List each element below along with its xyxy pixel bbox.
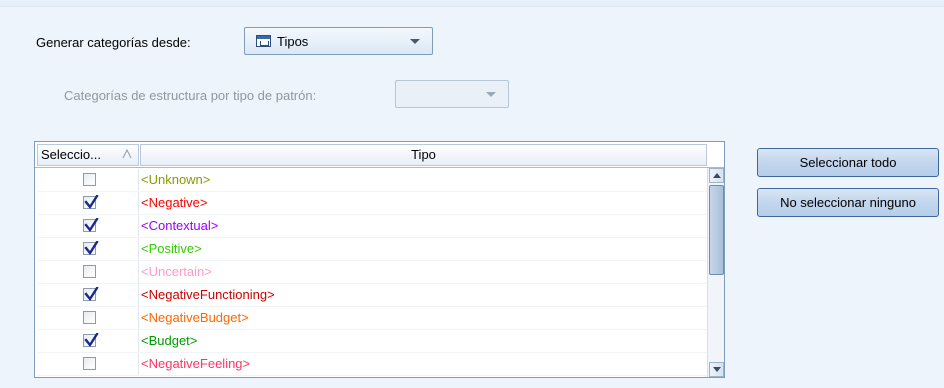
row-checkbox[interactable] [83,311,96,324]
arrow-up-icon [713,173,721,178]
row-select-cell [37,284,139,307]
check-icon [84,218,99,233]
select-none-button[interactable]: No seleccionar ninguno [757,188,939,217]
row-tipo-label: <Budget> [140,330,707,353]
check-icon [84,333,99,348]
scroll-up-button[interactable] [709,168,724,183]
row-select-cell [37,307,139,330]
row-select-cell [37,330,139,353]
check-icon [84,195,99,210]
row-tipo-label: <Unknown> [140,169,707,192]
top-edge-strip [0,0,944,7]
chevron-down-icon [410,39,420,44]
table-row[interactable]: <Budget> [35,330,707,353]
table-header: Seleccio... Tipo [35,142,724,168]
row-tipo-label: <Positive> [140,238,707,261]
row-tipo-label: <Negative> [140,192,707,215]
row-tipo-label: <NegativeFeeling> [140,353,707,376]
row-tipo-label: <NegativeFunctioning> [140,284,707,307]
estructura-dropdown[interactable] [395,80,509,108]
scrollbar-thumb[interactable] [709,185,724,275]
chevron-down-icon [486,92,496,97]
row-checkbox[interactable] [83,218,99,233]
check-icon [84,287,99,302]
table-row[interactable]: <Uncertain> [35,261,707,284]
table-row[interactable]: <Unknown> [35,169,707,192]
column-header-tipo[interactable]: Tipo [140,144,707,166]
row-checkbox[interactable] [83,333,99,348]
row-tipo-label: <Uncertain> [140,261,707,284]
vertical-scrollbar[interactable] [707,168,724,377]
sort-icon [122,149,132,159]
row-checkbox[interactable] [83,195,99,210]
row-checkbox[interactable] [83,173,96,186]
table-row[interactable]: <Positive> [35,238,707,261]
column-header-tipo-label: Tipo [411,147,436,162]
arrow-down-icon [713,367,721,372]
generar-label: Generar categorías desde: [36,35,191,50]
generar-dropdown[interactable]: Tipos [244,27,433,55]
generar-dropdown-value: Tipos [277,34,309,49]
row-select-cell [37,192,139,215]
table-row[interactable]: <Contextual> [35,215,707,238]
table-row[interactable]: <NegativeFunctioning> [35,284,707,307]
row-select-cell [37,238,139,261]
row-select-cell [37,169,139,192]
table-row[interactable]: <NegativeBudget> [35,307,707,330]
table-body: <Unknown> <Negative> <Contextual> <Positive… [35,169,707,376]
row-checkbox[interactable] [83,265,96,278]
row-checkbox[interactable] [83,357,96,370]
estructura-label: Categorías de estructura por tipo de pat… [64,88,317,103]
tipos-table: Seleccio... Tipo <Unknown> <Negative> <Con… [34,141,725,378]
scroll-down-button[interactable] [709,362,724,377]
row-tipo-label: <NegativeBudget> [140,307,707,330]
table-row[interactable]: <Negative> [35,192,707,215]
row-checkbox[interactable] [83,241,99,256]
column-header-seleccionar-label: Seleccio... [41,147,101,162]
select-all-button[interactable]: Seleccionar todo [757,148,939,177]
row-select-cell [37,215,139,238]
tipos-icon [256,35,271,47]
row-select-cell [37,261,139,284]
row-select-cell [37,353,139,376]
column-header-seleccionar[interactable]: Seleccio... [37,144,139,166]
check-icon [84,241,99,256]
table-row[interactable]: <NegativeFeeling> [35,353,707,376]
row-checkbox[interactable] [83,287,99,302]
row-tipo-label: <Contextual> [140,215,707,238]
